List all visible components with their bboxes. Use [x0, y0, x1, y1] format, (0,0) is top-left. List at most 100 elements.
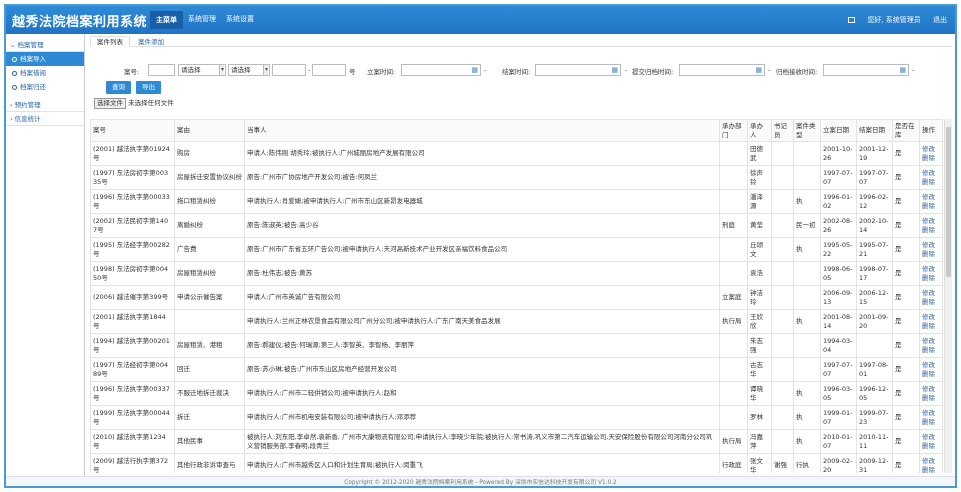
table-cell: 2001-09-20: [856, 309, 893, 334]
table-cell: [719, 405, 748, 430]
table-row: (1997) 东法房初字第00335号 房屋拆迁安置协议纠纷 原告:广州市广协房地产…: [90, 165, 943, 190]
case-year-input[interactable]: [148, 64, 175, 76]
footer: Copyright © 2012-2020 越秀法院档案利用系统 - Power…: [6, 476, 955, 486]
query-button[interactable]: 查询: [106, 81, 131, 94]
table-cell: 1998-06-05: [820, 261, 857, 286]
table-cell: 是: [892, 405, 920, 430]
table-cell: 是: [892, 237, 920, 262]
nav-system-management[interactable]: 系统管理: [188, 14, 216, 24]
court-select[interactable]: 请选择: [178, 64, 226, 76]
table-cell: [793, 333, 821, 358]
row-actions[interactable]: 修改 删除: [919, 309, 943, 334]
row-actions[interactable]: 修改 删除: [919, 333, 943, 358]
table-cell: 其他民事: [174, 429, 245, 454]
row-actions[interactable]: 修改 删除: [919, 237, 943, 262]
submit-archive-from[interactable]: [679, 64, 765, 76]
table-cell: 2006-12-15: [856, 285, 893, 310]
table-cell: [771, 165, 794, 190]
case-no-to-input[interactable]: [312, 64, 346, 76]
table-row: (1996) 东法执字第00337号 不服迁地拆迁裁决 申请执行人:广州市二轻供销公…: [90, 381, 943, 406]
table-cell: 是: [892, 453, 920, 473]
top-bar: 越秀法院档案利用系统 主菜单 系统管理 系统设置 您好, 系统管理员 退出: [6, 6, 955, 34]
greeting: 您好, 系统管理员: [867, 16, 921, 24]
row-actions[interactable]: 修改 删除: [919, 357, 943, 382]
table-cell: 申请执行人:广州市越秀区人口和计划生育局;被执行人:闵重飞: [244, 453, 720, 473]
table-cell: 执: [793, 381, 821, 406]
table-cell: 广告费: [174, 237, 245, 262]
table-cell: 1994-03-04: [820, 333, 857, 358]
table-cell: 1997-08-01: [856, 357, 893, 382]
table-cell: [771, 261, 794, 286]
logout-link[interactable]: 退出: [933, 16, 947, 24]
row-actions[interactable]: 修改 删除: [919, 189, 943, 214]
sidebar-group-archive[interactable]: ⌄ 档案管理: [6, 38, 84, 52]
row-actions[interactable]: 修改 删除: [919, 453, 943, 473]
table-cell: 2010-01-07: [820, 429, 857, 454]
row-actions[interactable]: 修改 删除: [919, 213, 943, 238]
table-cell: [793, 357, 821, 382]
row-actions[interactable]: 修改 删除: [919, 285, 943, 310]
sidebar-item-import[interactable]: 档案导入: [6, 52, 84, 66]
row-actions[interactable]: 修改 删除: [919, 141, 943, 166]
closing-time-from[interactable]: [535, 64, 621, 76]
sidebar-group-statistics[interactable]: › 信息统计: [6, 112, 84, 126]
scrollbar-thumb[interactable]: [946, 127, 951, 277]
case-no-from-input[interactable]: [272, 64, 306, 76]
sidebar-group-reservation[interactable]: › 预约管理: [6, 98, 84, 112]
table-scrollbar[interactable]: [944, 119, 952, 473]
table-row: (2006) 越法催字第399号 申请公示催告案 申请人:广州市英诚广告有限公司 立案…: [90, 285, 943, 310]
table-cell: 执: [793, 309, 821, 334]
table-cell: (2001) 越法执字第1844号: [90, 309, 175, 334]
table-cell: (2001) 越法执字第01924号: [90, 141, 175, 166]
tab-case-list[interactable]: 案件列表: [90, 36, 130, 47]
table-cell: (1996) 东法执字第00337号: [90, 381, 175, 406]
row-actions[interactable]: 修改 删除: [919, 261, 943, 286]
app-title: 越秀法院档案利用系统: [12, 15, 148, 30]
table-cell: 2001-08-14: [820, 309, 857, 334]
case-type-select[interactable]: 请选择: [228, 64, 270, 76]
table-cell: 是: [892, 357, 920, 382]
table-cell: 申请执行人:兰州正林农垦食品有限公司广州分公司;被申请执行人:广东广南天美食品发…: [244, 309, 720, 334]
nav-system-settings[interactable]: 系统设置: [226, 14, 254, 24]
table-cell: 是: [892, 309, 920, 334]
table-cell: 1996-01-02: [820, 189, 857, 214]
row-actions[interactable]: 修改 删除: [919, 405, 943, 430]
table-header-row: 案号 案由 当事人 承办部门 承办人 书记员 案件类型 立案日期 结案日期 是否在库 操作: [90, 119, 943, 142]
archive-receive-label: 归档接收时间:: [776, 68, 818, 76]
column-header: 结案日期: [856, 119, 893, 142]
submit-archive-label: 提交归档时间:: [632, 68, 674, 76]
nav-main-menu[interactable]: 主菜单: [150, 11, 183, 29]
table-cell: 谭晓华: [747, 381, 772, 406]
row-actions[interactable]: 修改 删除: [919, 429, 943, 454]
row-actions[interactable]: 修改 删除: [919, 165, 943, 190]
circle-icon: [12, 85, 17, 90]
grid-icon[interactable]: [848, 17, 856, 23]
table-cell: 是: [892, 189, 920, 214]
archive-receive-from[interactable]: [823, 64, 909, 76]
sidebar-item-borrow[interactable]: 档案借阅: [6, 66, 84, 80]
table-cell: 潘泽源: [747, 189, 772, 214]
table-cell: (2010) 越法执字第1234号: [90, 429, 175, 454]
table-cell: 执行局: [719, 309, 748, 334]
closing-time-label: 结案时间:: [502, 68, 531, 76]
table-cell: 是: [892, 429, 920, 454]
table-cell: 原告:广州市广协房地产开发公司;被告:何凤兰: [244, 165, 720, 190]
table-cell: (1994) 越法执字第00201号: [90, 333, 175, 358]
main-content: 案件列表 案件添加 案号: 请选择 请选择 - 号 立案时间: - 结案时间: …: [90, 36, 952, 476]
table-row: (1999) 东法执字第00044号 拆迁 申请执行人:广州市机电安装有限公司;被申…: [90, 405, 943, 430]
table-cell: [771, 189, 794, 214]
table-cell: 回迁: [174, 357, 245, 382]
choose-file-button[interactable]: 选择文件: [94, 98, 126, 109]
row-actions[interactable]: 修改 删除: [919, 381, 943, 406]
sidebar-item-return[interactable]: 档案归还: [6, 80, 84, 94]
table-cell: (1997) 东法经初字第00489号: [90, 357, 175, 382]
table-cell: 房屋租赁纠纷: [174, 261, 245, 286]
export-button[interactable]: 导出: [136, 81, 161, 94]
table-cell: (1995) 东法经字第00282号: [90, 237, 175, 262]
sidebar: ⌄ 档案管理 档案导入 档案借阅 档案归还 › 预约管理 › 信息统计: [6, 34, 85, 476]
table-cell: 执行局: [719, 429, 748, 454]
filing-time-from[interactable]: [401, 64, 481, 76]
column-header: 书记员: [771, 119, 794, 142]
table-cell: 1998-07-17: [856, 261, 893, 286]
table-cell: [719, 141, 748, 166]
